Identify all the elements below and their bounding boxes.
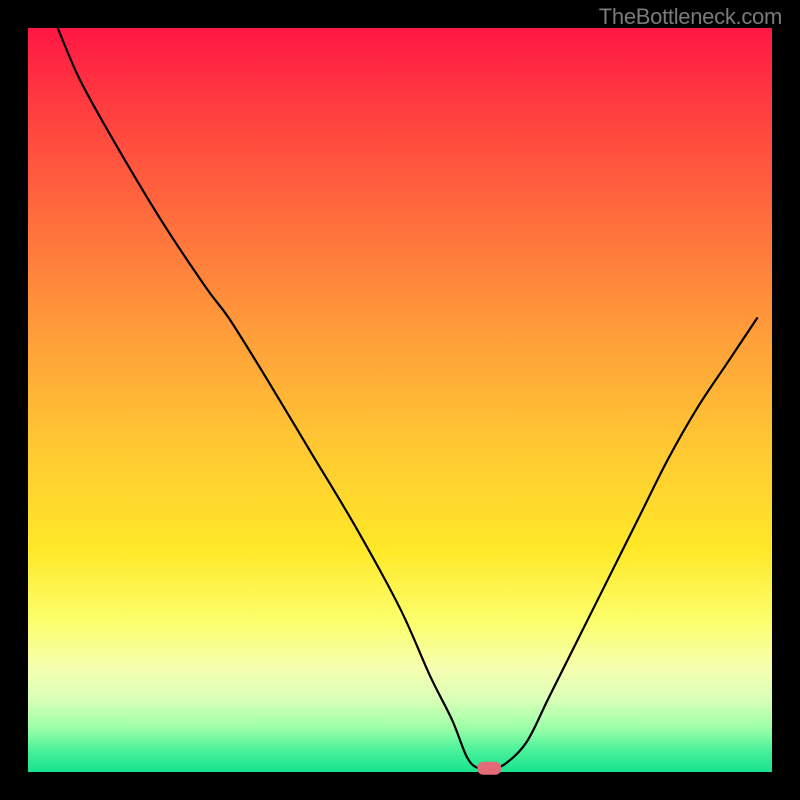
chart-container: TheBottleneck.com: [0, 0, 800, 800]
optimal-point-marker: [477, 762, 501, 775]
plot-background: [28, 28, 772, 772]
chart-svg: [0, 0, 800, 800]
watermark-label: TheBottleneck.com: [599, 4, 782, 30]
